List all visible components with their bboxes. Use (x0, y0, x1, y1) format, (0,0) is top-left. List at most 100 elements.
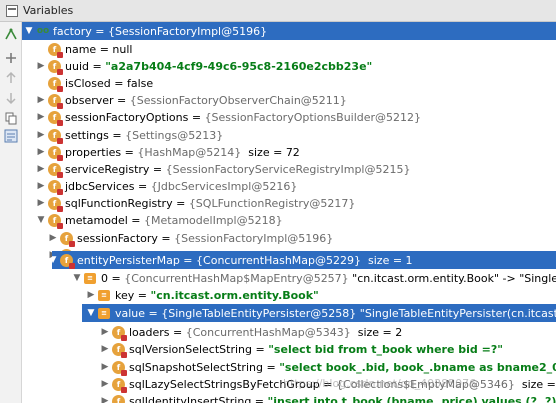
separator: = (188, 110, 205, 124)
variable-value: {ConcurrentHashMap@5343} (185, 325, 351, 339)
add-watch-icon[interactable] (3, 50, 19, 66)
variable-value: "cn.itcast.orm.entity.Book" (150, 288, 319, 302)
variable-value: {SessionFactoryObserverChain@5211} (129, 93, 347, 107)
tree-row-entry0[interactable]: ▼ ≡ 0 = {ConcurrentHashMap$MapEntry@5257} … (22, 269, 556, 287)
tree-row-label: sqlFunctionRegistry = {SQLFunctionRegist… (65, 197, 355, 210)
tree-row-serviceRegistry[interactable]: ▶ f serviceRegistry = {SessionFactoryServi… (22, 160, 556, 178)
tree-row-sqlSnapshotSelectString[interactable]: ▶ f sqlSnapshotSelectString = "select book… (22, 358, 556, 376)
tree-row-jdbcServices[interactable]: ▶ f jdbcServices = {JdbcServicesImpl@5216} (22, 177, 556, 195)
expand-arrow-icon[interactable]: ▶ (36, 147, 46, 157)
variable-value: false (126, 76, 154, 90)
separator: = (110, 76, 127, 90)
tree-row-sqlIdentityInsertString[interactable]: ▶ f sqlIdentityInsertString = "insert into… (22, 392, 556, 403)
expand-arrow-icon[interactable]: ▶ (36, 164, 46, 174)
field-icon: f (60, 253, 75, 269)
expand-arrow-icon[interactable]: ▶ (36, 198, 46, 208)
expand-arrow-icon[interactable]: ▶ (100, 344, 110, 354)
tree-row-properties[interactable]: ▶ f properties = {HashMap@5214} size = 72 (22, 143, 556, 161)
separator: = (121, 145, 138, 159)
collapse-arrow-icon[interactable]: ▼ (36, 215, 46, 225)
tree-row-uuid[interactable]: ▶ f uuid = "a2a7b404-4cf9-49c6-95c8-2160e2… (22, 57, 556, 75)
tree-row-name[interactable]: f name = null (22, 40, 556, 58)
expand-arrow-icon[interactable]: ▶ (36, 61, 46, 71)
variable-name: uuid (65, 59, 89, 73)
collapse-arrow-icon[interactable]: ▼ (86, 308, 96, 318)
separator: = (251, 342, 269, 356)
variable-extra: size = 72 (241, 145, 300, 159)
tree-row-sqlVersionSelectString[interactable]: ▶ f sqlVersionSelectString = "select bid f… (22, 340, 556, 358)
expand-arrow-icon[interactable]: ▶ (36, 95, 46, 105)
expand-arrow-icon[interactable]: ▶ (36, 181, 46, 191)
collapse-arrow-icon[interactable]: ▼ (52, 255, 58, 265)
tree-row-label: value = {SingleTableEntityPersister@5258… (115, 307, 556, 320)
field-icon: f (60, 231, 75, 247)
separator: = (134, 288, 151, 302)
field-icon: f (48, 213, 63, 229)
tree-row-key[interactable]: ▶ ≡ key = "cn.itcast.orm.entity.Book" (22, 286, 556, 304)
expand-arrow-icon[interactable]: ▶ (48, 233, 58, 243)
expand-arrow-icon[interactable]: ▶ (36, 130, 46, 140)
tree-row-sessionFactoryOptions[interactable]: ▶ f sessionFactoryOptions = {SessionFactor… (22, 108, 556, 126)
tree-row-label: entityPersisterMap = {ConcurrentHashMap@… (77, 254, 413, 267)
field-icon: f (48, 59, 63, 75)
variables-toolbar (0, 22, 22, 403)
separator: = (96, 42, 113, 56)
expand-arrow-icon[interactable]: ▶ (86, 290, 96, 300)
tree-row-observer[interactable]: ▶ f observer = {SessionFactoryObserverChai… (22, 91, 556, 109)
step-icon[interactable] (3, 26, 19, 42)
tree-row-label: loaders = {ConcurrentHashMap@5343} size … (129, 326, 402, 339)
panel-title: Variables (23, 4, 74, 17)
variable-name: isClosed (65, 76, 111, 90)
tree-row-label: name = null (65, 43, 132, 56)
separator: = (179, 253, 197, 267)
separator: = (88, 59, 106, 73)
variable-name: sqlVersionSelectString (129, 342, 252, 356)
variable-value: {MetamodelImpl@5218} (144, 213, 283, 227)
variables-titlebar: Variables (0, 0, 556, 22)
tree-row-label: key = "cn.itcast.orm.entity.Book" (115, 289, 319, 302)
field-icon: f (112, 342, 127, 358)
tree-row-label: sessionFactory = {SessionFactoryImpl@519… (77, 232, 333, 245)
variable-name: settings (65, 128, 109, 142)
tree-row-sessionFactory[interactable]: ▶ f sessionFactory = {SessionFactoryImpl@5… (22, 229, 556, 247)
field-icon: f (112, 394, 125, 403)
collapse-arrow-icon[interactable]: ▼ (72, 273, 82, 283)
expand-arrow-icon[interactable]: ▶ (100, 362, 110, 372)
expand-arrow-icon[interactable]: ▶ (36, 112, 46, 122)
collapse-arrow-icon[interactable]: ▼ (24, 26, 34, 36)
tree-row-isClosed[interactable]: f isClosed = false (22, 74, 556, 92)
expand-arrow-icon[interactable]: ▶ (100, 379, 110, 389)
variable-name: key (115, 288, 135, 302)
tree-row-label: 0 = {ConcurrentHashMap$MapEntry@5257} "c… (101, 272, 556, 285)
variable-value: {SessionFactoryOptionsBuilder@5212} (204, 110, 422, 124)
tree-row-label: settings = {Settings@5213} (65, 129, 223, 142)
copy-icon[interactable] (3, 110, 19, 126)
tree-row-settings[interactable]: ▶ f settings = {Settings@5213} (22, 126, 556, 144)
tree-row-entityPersisterMap[interactable]: ▼ f entityPersisterMap = {ConcurrentHashMa… (52, 251, 556, 269)
view-settings-icon[interactable] (3, 128, 19, 144)
variable-name: sqlIdentityInsertString (129, 394, 252, 403)
field-icon: f (48, 145, 63, 161)
tree-row-factory[interactable]: ▼ oo factory = {SessionFactoryImpl@5196} (22, 22, 556, 40)
tree-row-sqlFunctionRegistry[interactable]: ▶ f sqlFunctionRegistry = {SQLFunctionRegi… (22, 194, 556, 212)
tree-row-value[interactable]: ▼ ≡ value = {SingleTableEntityPersister@52… (82, 304, 556, 322)
object-icon: oo (36, 26, 50, 36)
tree-row-metamodel[interactable]: ▼ f metamodel = {MetamodelImpl@5218} (22, 211, 556, 229)
variable-name: loaders (129, 325, 170, 339)
separator: = (108, 271, 125, 285)
variable-value: {SessionFactoryImpl@5196} (174, 231, 334, 245)
separator: = (251, 394, 268, 403)
variable-name: entityPersisterMap (77, 253, 180, 267)
tree-row-label: serviceRegistry = {SessionFactoryService… (65, 163, 410, 176)
separator: = (149, 162, 166, 176)
separator: = (108, 128, 126, 142)
variable-name: jdbcServices (65, 179, 135, 193)
variable-extra: size = 0 (521, 377, 556, 391)
move-up-icon[interactable] (3, 70, 19, 86)
expand-arrow-icon[interactable]: ▶ (100, 396, 110, 403)
variable-value: {SessionFactoryServiceRegistryImpl@5215} (165, 162, 411, 176)
tree-row-loaders[interactable]: ▶ f loaders = {ConcurrentHashMap@5343} siz… (22, 323, 556, 341)
variable-name: value (115, 306, 146, 320)
expand-arrow-icon[interactable]: ▶ (100, 327, 110, 337)
move-down-icon[interactable] (3, 90, 19, 106)
